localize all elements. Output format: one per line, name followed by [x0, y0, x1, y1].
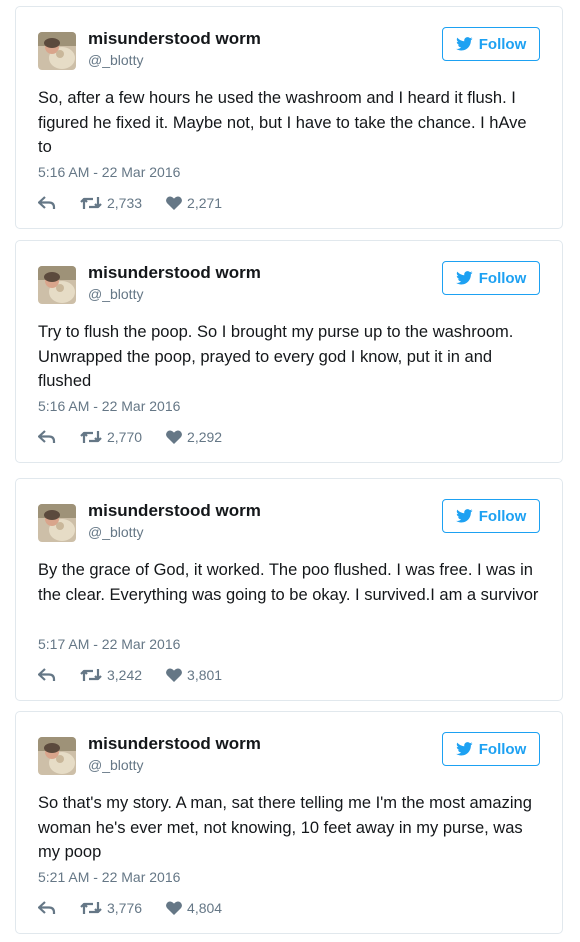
avatar[interactable]	[38, 266, 76, 304]
heart-icon	[166, 430, 182, 444]
tweet-card: misunderstood worm @_blotty Follow So, a…	[15, 6, 563, 229]
retweet-count: 3,776	[107, 900, 143, 916]
heart-icon	[166, 901, 182, 915]
twitter-bird-icon	[455, 742, 473, 756]
follow-label: Follow	[478, 269, 527, 287]
avatar[interactable]	[38, 32, 76, 70]
reply-button[interactable]	[38, 196, 56, 210]
follow-button[interactable]: Follow	[442, 261, 540, 295]
retweet-icon	[80, 431, 102, 443]
like-button[interactable]: 2,292	[166, 429, 222, 445]
tweet-actions: 2,733 2,271	[38, 193, 222, 213]
retweet-count: 2,770	[107, 429, 143, 445]
timestamp[interactable]: 5:16 AM - 22 Mar 2016	[38, 398, 180, 414]
retweet-button[interactable]: 3,242	[80, 667, 142, 683]
like-button[interactable]: 4,804	[166, 900, 222, 916]
like-count: 3,801	[187, 667, 223, 683]
tweet-actions: 3,242 3,801	[38, 665, 222, 685]
follow-button[interactable]: Follow	[442, 732, 540, 766]
tweet-card: misunderstood worm @_blotty Follow So th…	[15, 711, 563, 934]
reply-icon	[38, 430, 56, 443]
user-handle[interactable]: @_blotty	[88, 524, 143, 540]
tweet-text: So that's my story. A man, sat there tel…	[38, 794, 532, 861]
reply-icon	[38, 196, 56, 209]
reply-button[interactable]	[38, 901, 56, 915]
retweet-count: 3,242	[107, 667, 143, 683]
retweet-button[interactable]: 2,733	[80, 195, 142, 211]
follow-label: Follow	[478, 35, 527, 53]
tweet-card: misunderstood worm @_blotty Follow Try t…	[15, 240, 563, 463]
follow-button[interactable]: Follow	[442, 499, 540, 533]
timestamp[interactable]: 5:21 AM - 22 Mar 2016	[38, 869, 180, 885]
display-name[interactable]: misunderstood worm	[88, 734, 261, 754]
heart-icon	[166, 668, 182, 682]
like-count: 2,292	[187, 429, 223, 445]
twitter-bird-icon	[455, 509, 473, 523]
retweet-button[interactable]: 2,770	[80, 429, 142, 445]
twitter-bird-icon	[455, 37, 473, 51]
tweet-text: Try to flush the poop. So I brought my p…	[38, 323, 514, 390]
display-name[interactable]: misunderstood worm	[88, 29, 261, 49]
tweet-text: So, after a few hours he used the washro…	[38, 89, 527, 156]
retweet-icon	[80, 669, 102, 681]
like-button[interactable]: 2,271	[166, 195, 222, 211]
reply-button[interactable]	[38, 430, 56, 444]
display-name[interactable]: misunderstood worm	[88, 501, 261, 521]
avatar[interactable]	[38, 737, 76, 775]
follow-button[interactable]: Follow	[442, 27, 540, 61]
retweet-icon	[80, 197, 102, 209]
reply-icon	[38, 668, 56, 681]
heart-icon	[166, 196, 182, 210]
reply-icon	[38, 901, 56, 914]
like-button[interactable]: 3,801	[166, 667, 222, 683]
follow-label: Follow	[478, 507, 527, 525]
twitter-bird-icon	[455, 271, 473, 285]
tweet-text: By the grace of God, it worked. The poo …	[38, 561, 539, 604]
user-handle[interactable]: @_blotty	[88, 52, 143, 68]
like-count: 4,804	[187, 900, 223, 916]
display-name[interactable]: misunderstood worm	[88, 263, 261, 283]
follow-label: Follow	[478, 740, 527, 758]
user-handle[interactable]: @_blotty	[88, 286, 143, 302]
avatar[interactable]	[38, 504, 76, 542]
timestamp[interactable]: 5:17 AM - 22 Mar 2016	[38, 636, 180, 652]
tweet-card: misunderstood worm @_blotty Follow By th…	[15, 478, 563, 701]
user-handle[interactable]: @_blotty	[88, 757, 143, 773]
timestamp[interactable]: 5:16 AM - 22 Mar 2016	[38, 164, 180, 180]
tweet-actions: 2,770 2,292	[38, 427, 222, 447]
retweet-button[interactable]: 3,776	[80, 900, 142, 916]
retweet-icon	[80, 902, 102, 914]
like-count: 2,271	[187, 195, 223, 211]
reply-button[interactable]	[38, 668, 56, 682]
retweet-count: 2,733	[107, 195, 143, 211]
tweet-actions: 3,776 4,804	[38, 898, 222, 918]
